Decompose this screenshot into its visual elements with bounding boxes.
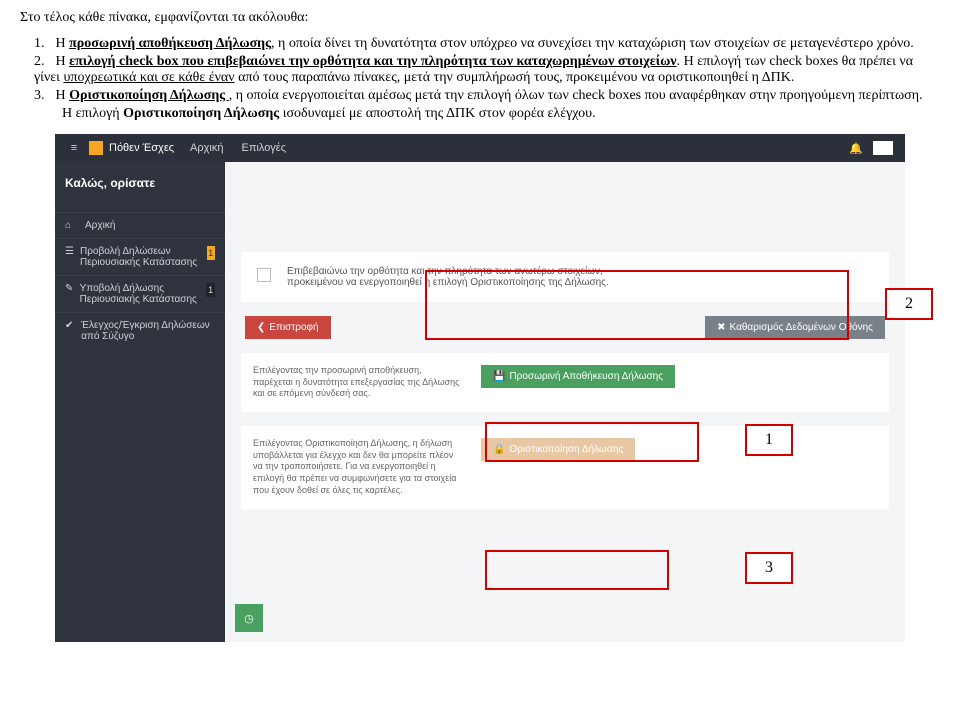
num-1: 1. (34, 36, 52, 52)
t1c: , η οποία δίνει τη δυνατότητα στον υπόχρ… (271, 36, 914, 51)
main-area: Επιβεβαιώνω την ορθότητα και την πληρότη… (225, 162, 905, 642)
sidebar-view[interactable]: ☰ Προβολή Δηλώσεων Περιουσιακής Κατάστασ… (55, 238, 225, 275)
sidebar-view-label: Προβολή Δηλώσεων Περιουσιακής Κατάστασης (80, 246, 207, 268)
t2d: υποχρεωτικά και σε κάθε έναν (63, 70, 234, 85)
list-item-3: 3. Η Οριστικοποίηση Δήλωσης , η οποία εν… (34, 88, 940, 104)
num-2: 2. (34, 54, 52, 70)
sidebar-submit[interactable]: ✎ Υποβολή Δήλωσης Περιουσιακής Κατάσταση… (55, 275, 225, 312)
list-item-1: 1. Η προσωρινή αποθήκευση Δήλωσης, η οπο… (34, 36, 940, 52)
t1b: προσωρινή αποθήκευση Δήλωσης (69, 36, 271, 51)
t3c: , η οποία ενεργοποιείται αμέσως μετά την… (229, 88, 923, 103)
nav-home[interactable]: Αρχική (190, 142, 223, 154)
t3b: Οριστικοποίηση Δήλωσης (69, 88, 229, 103)
back-button[interactable]: ❮ Επιστροφή (245, 316, 331, 339)
finalize-desc: Επιλέγοντας Οριστικοποίηση Δήλωσης, η δή… (253, 438, 463, 496)
clock-icon[interactable]: ◷ (235, 604, 263, 632)
back-label: Επιστροφή (269, 322, 318, 333)
sidebar-home[interactable]: ⌂ Αρχική (55, 212, 225, 238)
t1a: Η (56, 36, 70, 51)
callout-3 (485, 550, 669, 590)
intro-text: Στο τέλος κάθε πίνακα, εμφανίζονται τα α… (20, 10, 940, 26)
num-3: 3. (34, 88, 52, 104)
topbar: ≡ Πόθεν Έσχες Αρχική Επιλογές 🔔 (55, 134, 905, 162)
sidebar-submit-badge: 1 (206, 283, 215, 297)
nav-options[interactable]: Επιλογές (241, 142, 286, 154)
bell-icon[interactable]: 🔔 (849, 142, 863, 155)
app-body: Καλώς, ορίσατε ⌂ Αρχική ☰ Προβολή Δηλώσε… (55, 162, 905, 642)
list-icon: ☰ (65, 246, 74, 257)
save-desc: Επιλέγοντας την προσωρινή αποθήκευση, πα… (253, 365, 463, 400)
save-icon: 💾 (493, 371, 505, 382)
label-box-3: 3 (745, 552, 793, 584)
pencil-icon: ✎ (65, 283, 74, 294)
app-screenshot: ≡ Πόθεν Έσχες Αρχική Επιλογές 🔔 Καλώς, ο… (55, 134, 905, 642)
brand-title: Πόθεν Έσχες (109, 142, 174, 154)
t2a: Η (56, 54, 70, 69)
t3a: Η (56, 88, 70, 103)
t3f: ισοδυναμεί με αποστολή της ΔΠΚ στον φορέ… (279, 106, 595, 121)
list-item-2: 2. Η επιλογή check box που επιβεβαιώνει … (34, 54, 940, 86)
home-icon: ⌂ (65, 220, 79, 231)
sidebar-approve[interactable]: ✔ Έλεγχος/Έγκριση Δηλώσεων από Σύζυγο (55, 312, 225, 349)
check-icon: ✔ (65, 320, 75, 331)
menu-icon[interactable]: ≡ (63, 137, 85, 159)
list-item-3b: Η επιλογή Οριστικοποίηση Δήλωσης ισοδυνα… (62, 106, 940, 122)
sidebar-view-badge: 1 (207, 246, 215, 260)
save-button[interactable]: 💾 Προσωρινή Αποθήκευση Δήλωσης (481, 365, 675, 388)
save-label: Προσωρινή Αποθήκευση Δήλωσης (509, 371, 663, 382)
t3d: Η επιλογή (62, 106, 123, 121)
label-box-2: 2 (885, 288, 933, 320)
instruction-list: 1. Η προσωρινή αποθήκευση Δήλωσης, η οπο… (34, 36, 940, 122)
sidebar-submit-label: Υποβολή Δήλωσης Περιουσιακής Κατάστασης (80, 283, 207, 305)
welcome-text: Καλώς, ορίσατε (55, 168, 225, 194)
callout-2 (425, 270, 849, 340)
label-box-1: 1 (745, 424, 793, 456)
t2b: επιλογή check box που επιβεβαιώνει την ο… (69, 54, 676, 69)
callout-1 (485, 422, 699, 462)
confirm-checkbox[interactable] (257, 268, 271, 282)
sidebar-approve-label: Έλεγχος/Έγκριση Δηλώσεων από Σύζυγο (81, 320, 215, 342)
t3e: Οριστικοποίηση Δήλωσης (123, 106, 279, 121)
chevron-left-icon: ❮ (257, 322, 265, 333)
sidebar-home-label: Αρχική (85, 220, 115, 231)
save-panel: Επιλέγοντας την προσωρινή αποθήκευση, πα… (241, 353, 889, 412)
avatar[interactable] (873, 141, 893, 155)
sidebar: Καλώς, ορίσατε ⌂ Αρχική ☰ Προβολή Δηλώσε… (55, 162, 225, 642)
brand-badge (89, 141, 103, 155)
t2e: από τους παραπάνω πίνακες, μετά την συμπ… (235, 70, 795, 85)
